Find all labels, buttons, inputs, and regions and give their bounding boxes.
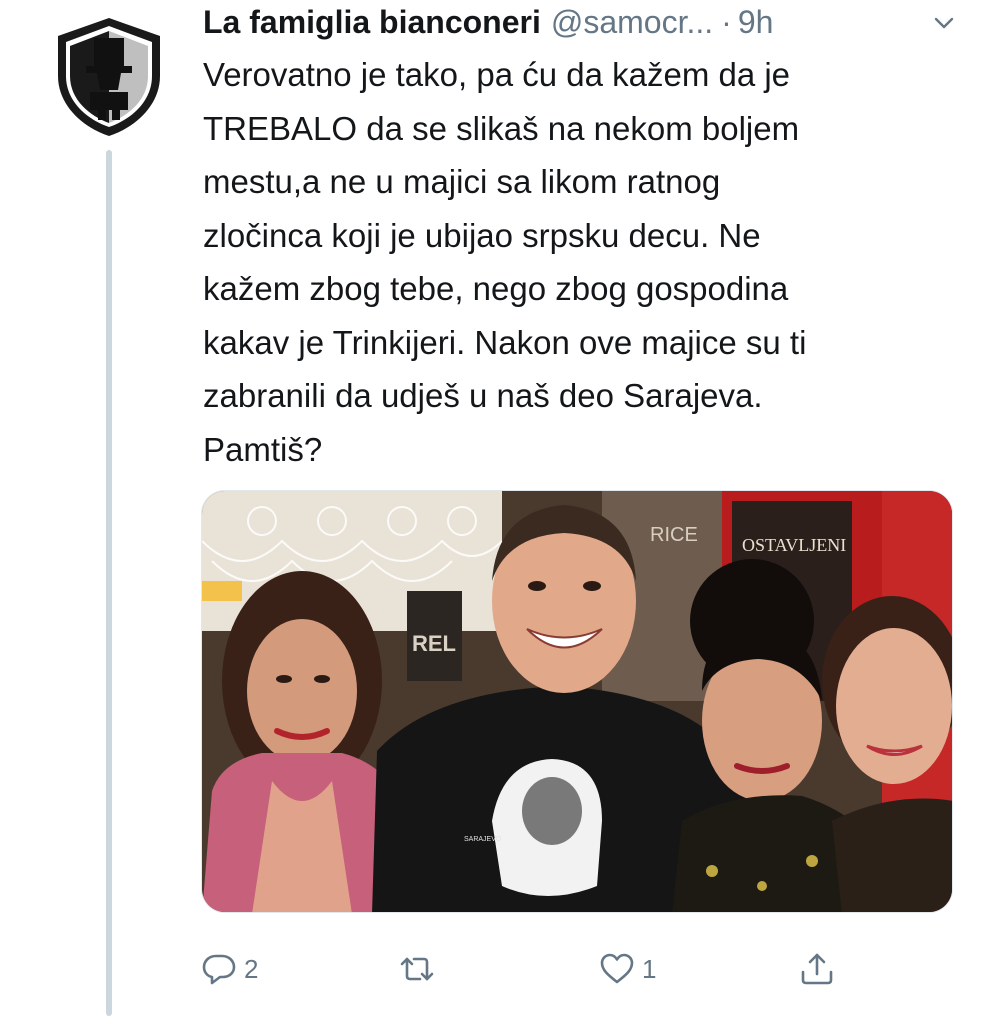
chevron-down-icon[interactable] — [929, 8, 959, 38]
retweet-icon — [400, 957, 434, 981]
user-handle[interactable]: @samocr... — [551, 4, 713, 41]
tweet[interactable]: La famiglia bianconeri @samocr... · 9h V… — [0, 0, 995, 1024]
tweet-photo[interactable]: OSTAVLJENI RICE REL SARAJEVO — [201, 490, 953, 913]
tweet-text-line: TREBALO da se slikaš na nekom boljem — [203, 109, 800, 147]
tweet-text-line: kažem zbog tebe, nego zbog gospodina — [203, 270, 789, 307]
shirt-text: SARAJEVO — [464, 836, 502, 843]
tweet-text-line: Verovatno je tako, pa ću da kažem da je — [203, 56, 791, 93]
heart-icon — [600, 953, 634, 984]
avatar[interactable] — [42, 6, 176, 140]
group-photo: OSTAVLJENI RICE REL SARAJEVO — [202, 491, 952, 912]
thread-line — [106, 150, 112, 1016]
timestamp[interactable]: 9h — [738, 4, 774, 41]
poster-text: OSTAVLJENI — [742, 535, 846, 555]
tweet-text-line: zabranili da udješ u naš deo Sarajeva. — [203, 377, 763, 414]
separator-dot: · — [721, 3, 732, 40]
reply-icon — [202, 954, 236, 985]
tweet-text-line: kakav je Trinkijeri. Nakon ove majice su… — [203, 323, 807, 361]
reply-button[interactable]: 2 — [200, 944, 258, 994]
share-icon — [801, 953, 833, 985]
reply-count: 2 — [244, 953, 259, 984]
club-logo-icon — [43, 7, 175, 139]
like-count: 1 — [642, 953, 657, 984]
tweet-text-line: Pamtiš? — [203, 430, 323, 468]
sign-text: RICE — [650, 524, 698, 546]
share-button[interactable] — [798, 944, 836, 994]
display-name[interactable]: La famiglia bianconeri — [203, 4, 541, 41]
tweet-text: Verovatno je tako, pa ću da kažem da je … — [203, 48, 963, 476]
tweet-text-line: mestu,a ne u majici sa likom ratnog — [203, 163, 721, 200]
tweet-text-line: zločinca koji je ubijao srpsku decu. Ne — [203, 216, 761, 254]
like-button[interactable]: 1 — [598, 944, 656, 994]
sign-text: REL — [412, 631, 456, 656]
tweet-header: La famiglia bianconeri @samocr... · 9h — [203, 0, 963, 44]
retweet-button[interactable] — [398, 944, 442, 994]
tweet-actions: 2 1 — [200, 944, 960, 994]
